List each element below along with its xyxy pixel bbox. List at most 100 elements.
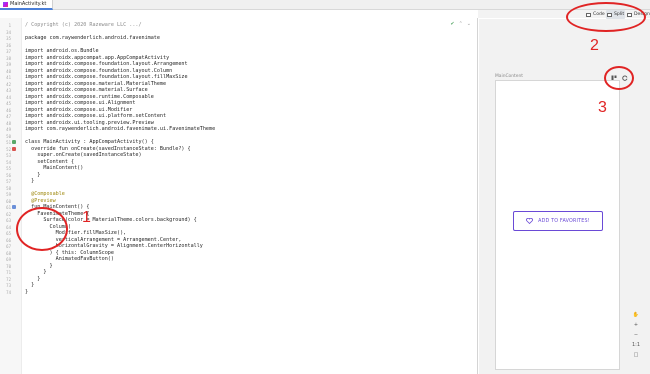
line-number: 62 (6, 211, 11, 217)
line-number: 64 (6, 224, 11, 230)
code-line: MainContent() (25, 165, 84, 171)
line-number: 65 (6, 231, 11, 236)
code-line: import androidx.compose.ui.Alignment (25, 100, 136, 106)
line-number: 43 (6, 88, 11, 93)
code-line: import androidx.compose.material.Surface (25, 87, 148, 93)
zoom-in-button[interactable]: + (632, 322, 640, 328)
line-number: 45 (6, 101, 11, 106)
line-number: 36 (6, 42, 11, 48)
code-line: import androidx.compose.foundation.layou… (25, 67, 173, 74)
line-number: 60 (6, 198, 11, 204)
zoom-actual-button[interactable]: 1:1 (632, 342, 640, 348)
line-number: 47 (6, 114, 11, 119)
line-number: 70 (6, 263, 11, 269)
code-line: } (25, 262, 53, 269)
line-number: 38 (6, 55, 11, 61)
line-number: 44 (6, 94, 11, 100)
annotation-number-2: 2 (590, 37, 599, 54)
annotation-number-1: 1 (82, 209, 91, 226)
preview-icon[interactable] (12, 205, 16, 209)
line-number: 55 (6, 166, 11, 171)
code-line: setContent { (25, 158, 75, 165)
line-number: 56 (6, 172, 11, 178)
line-number-gutter: 1 34 35 36 37 38 39 40 41 42 43 44 45 46 47 48 49 50 51 52 5… (0, 18, 22, 374)
line-number: 61 (6, 205, 11, 210)
code-editor[interactable]: 1 34 35 36 37 38 39 40 41 42 43 44 45 46 47 48 49 50 51 52 5… (0, 18, 478, 374)
code-line: } (25, 269, 47, 275)
heart-icon (526, 218, 533, 224)
code-line: import androidx.compose.material.Materia… (25, 80, 167, 87)
line-number: 39 (6, 62, 11, 67)
line-number: 34 (6, 29, 11, 35)
code-line: import androidx.compose.runtime.Composab… (25, 93, 154, 100)
line-number: 57 (6, 179, 11, 184)
code-line: } (25, 275, 41, 282)
device-preview: ADD TO FAVORITES! (495, 80, 620, 370)
line-number: 48 (6, 120, 11, 126)
code-line: import android.os.Bundle (25, 48, 99, 54)
zoom-toolbar: ✋ + − 1:1 □ (630, 312, 642, 358)
annotation-circle-1 (16, 207, 68, 251)
line-number: 54 (6, 159, 11, 165)
code-line: @Composable (25, 191, 65, 197)
code-line: import androidx.compose.ui.platform.setC… (25, 113, 167, 119)
override-icon[interactable] (12, 146, 16, 151)
line-number: 72 (6, 276, 11, 282)
line-number: 42 (6, 81, 11, 87)
tab-mainactivity[interactable]: MainActivity.kt (0, 0, 54, 10)
line-number: 68 (6, 250, 11, 256)
zoom-fit-button[interactable]: □ (632, 352, 640, 358)
line-number: 50 (6, 133, 11, 139)
tab-label: MainActivity.kt (10, 1, 47, 7)
line-number: 58 (6, 185, 11, 191)
code-line: super.onCreate(savedInstanceState) (25, 152, 142, 158)
line-number: 40 (6, 68, 11, 74)
kotlin-file-icon (3, 1, 8, 7)
line-number: 49 (6, 127, 11, 132)
code-line: import androidx.compose.foundation.layou… (25, 74, 188, 80)
add-to-favorites-label: ADD TO FAVORITES! (538, 218, 590, 224)
line-number: 73 (6, 283, 11, 288)
line-number: 1 (8, 23, 11, 28)
code-line: import androidx.ui.tooling.preview.Previ… (25, 119, 154, 126)
chevron-down-icon[interactable]: ⌄ (467, 21, 471, 27)
code-line: import androidx.compose.foundation.layou… (25, 61, 188, 67)
code-line: import androidx.appcompat.app.AppCompatA… (25, 54, 170, 61)
code-line: AnimatedFavButton() (25, 256, 114, 262)
line-number: 51 (6, 140, 11, 145)
code-line: } (25, 282, 35, 288)
inspection-status: ✔ ⌃ ⌄ (450, 21, 471, 27)
code-line: import com.raywenderlich.android.favenim… (25, 126, 216, 132)
line-number: 69 (6, 257, 11, 262)
line-number: 46 (6, 107, 11, 113)
code-line: class MainActivity : AppCompatActivity()… (25, 139, 154, 145)
line-number: 66 (6, 237, 11, 243)
line-number: 74 (6, 289, 11, 295)
pan-icon[interactable]: ✋ (632, 312, 640, 318)
zoom-out-button[interactable]: − (632, 332, 640, 338)
editor-tab-bar: MainActivity.kt (0, 0, 650, 10)
line-number: 52 (6, 146, 11, 152)
preview-title: MainContent (495, 74, 523, 79)
code-line: import androidx.compose.ui.Modifier (25, 106, 133, 113)
line-number: 67 (6, 244, 11, 249)
annotation-circle-3 (604, 66, 634, 90)
code-line: @Preview (25, 197, 56, 204)
line-number: 53 (6, 153, 11, 158)
line-number: 41 (6, 75, 11, 80)
line-number: 59 (6, 192, 11, 197)
code-line: package com.raywenderlich.android.faveni… (25, 35, 160, 41)
check-icon: ✔ (450, 21, 455, 27)
code-line: } (25, 288, 29, 295)
code-line: / Copyright (c) 2020 Razeware LLC .../ (25, 22, 142, 28)
code-line: } (25, 171, 41, 178)
line-number: 71 (6, 270, 11, 275)
code-line: override fun onCreate(savedInstanceState… (25, 145, 191, 152)
run-icon[interactable] (12, 140, 16, 144)
line-number: 37 (6, 49, 11, 54)
chevron-up-icon[interactable]: ⌃ (459, 21, 463, 27)
annotation-number-3: 3 (598, 99, 607, 116)
line-number: 63 (6, 218, 11, 223)
annotation-circle-2 (566, 2, 646, 32)
add-to-favorites-button[interactable]: ADD TO FAVORITES! (513, 211, 603, 231)
